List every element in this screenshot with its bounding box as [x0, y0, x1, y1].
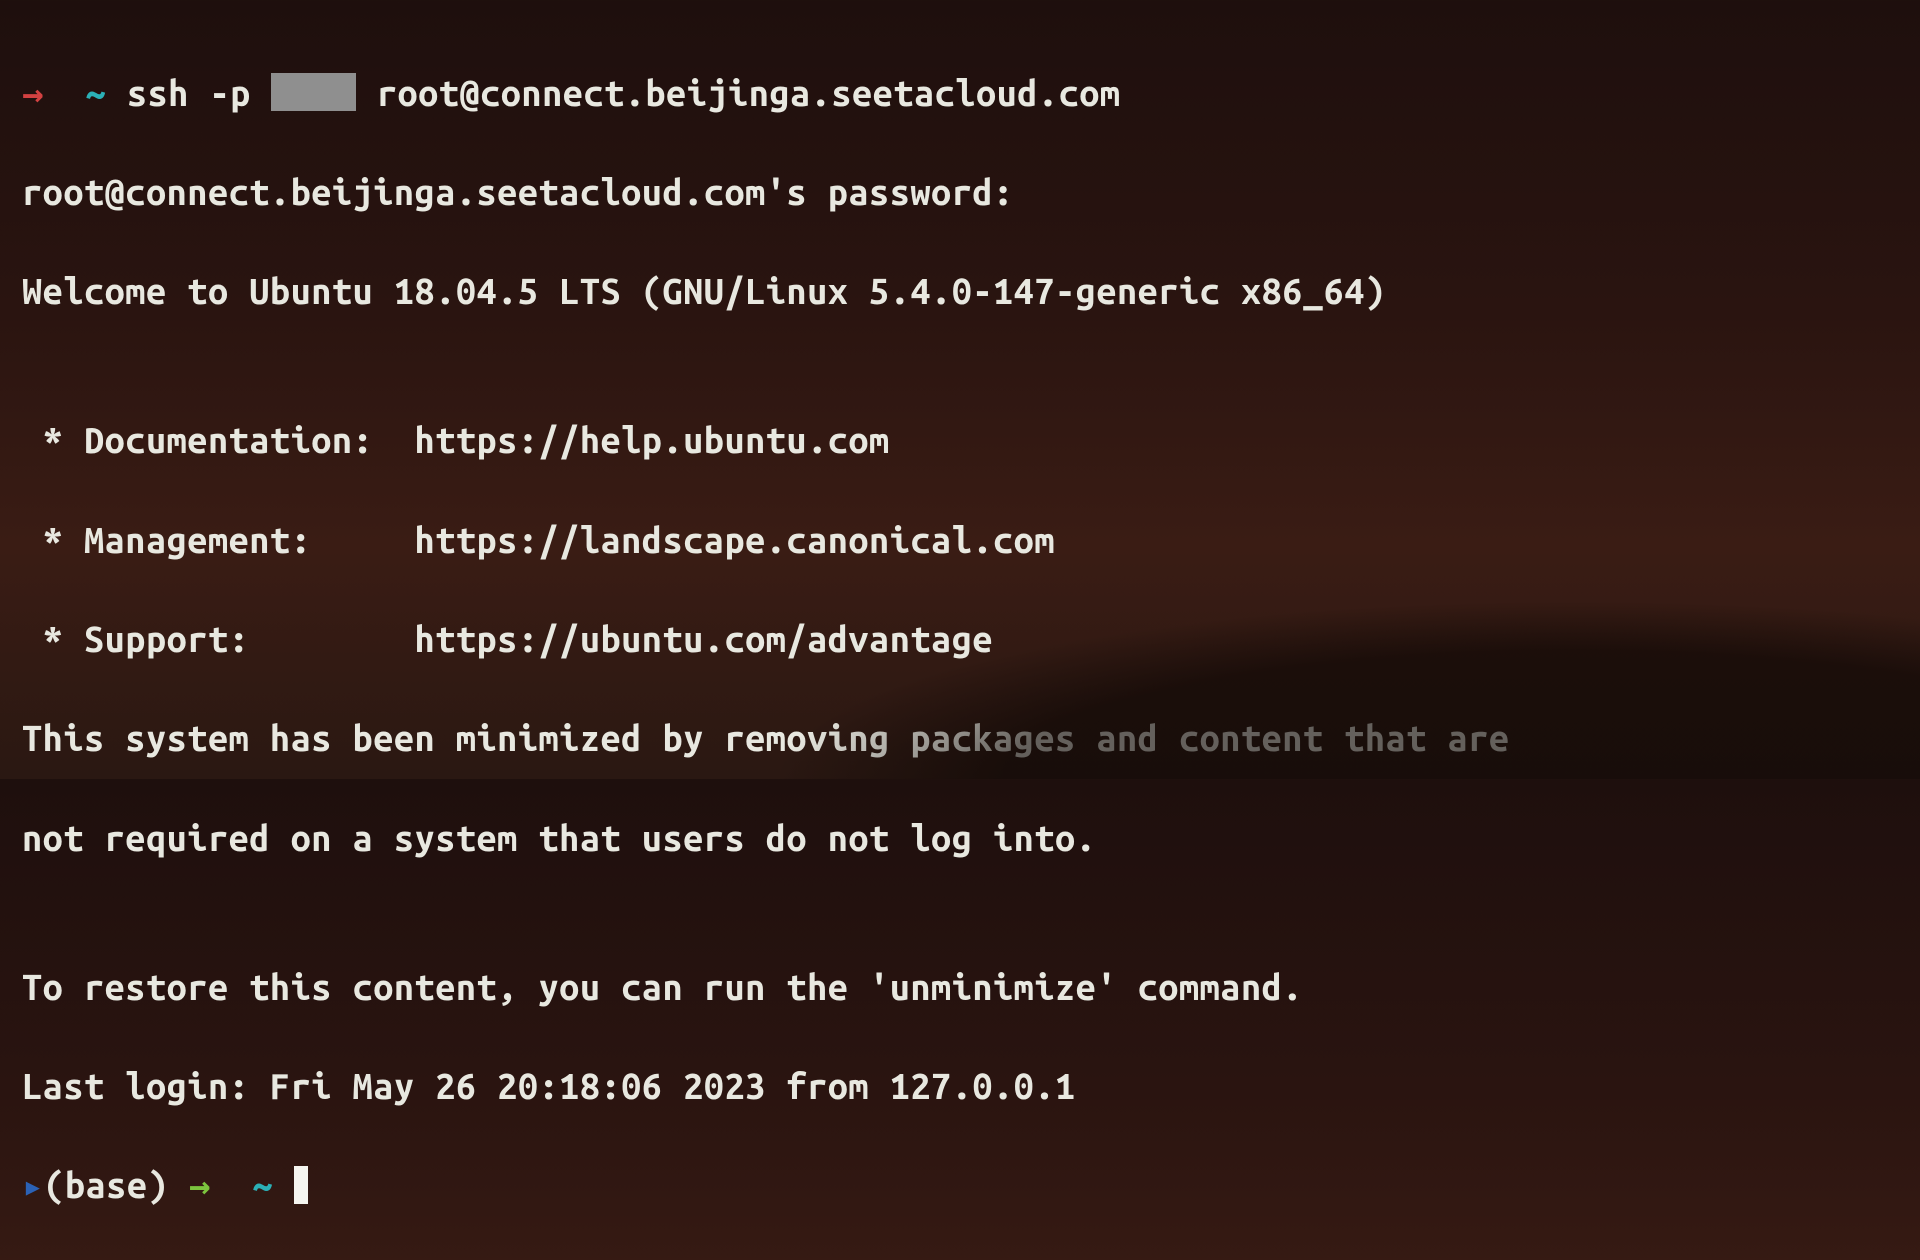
- minimized-line-1: This system has been minimized by removi…: [22, 713, 1898, 763]
- command-line-1: → ~ ssh -p root@connect.beijinga.seetacl…: [22, 68, 1898, 118]
- redacted-port: [271, 73, 356, 111]
- ssh-cmd-head: ssh -p: [127, 72, 272, 113]
- command-line-2[interactable]: ▸(base) → ~: [22, 1160, 1898, 1210]
- mgmt-line: * Management: https://landscape.canonica…: [22, 515, 1898, 565]
- cursor-icon: [294, 1166, 308, 1204]
- prompt-tilde: ~: [86, 72, 107, 113]
- prompt-triangle-icon: ▸: [22, 1164, 44, 1205]
- prompt-arrow: →: [22, 72, 44, 113]
- last-login-line: Last login: Fri May 26 20:18:06 2023 fro…: [22, 1061, 1898, 1111]
- terminal-output[interactable]: → ~ ssh -p root@connect.beijinga.seetacl…: [22, 18, 1898, 1260]
- restore-line: To restore this content, you can run the…: [22, 962, 1898, 1012]
- minimized-line-2: not required on a system that users do n…: [22, 813, 1898, 863]
- prompt-arrow-2: →: [189, 1164, 211, 1205]
- ssh-cmd-tail: root@connect.beijinga.seetacloud.com: [356, 72, 1120, 113]
- welcome-line: Welcome to Ubuntu 18.04.5 LTS (GNU/Linux…: [22, 266, 1898, 316]
- conda-env: (base): [44, 1164, 168, 1205]
- prompt-tilde-2: ~: [252, 1164, 273, 1205]
- doc-line: * Documentation: https://help.ubuntu.com: [22, 415, 1898, 465]
- password-prompt: root@connect.beijinga.seetacloud.com's p…: [22, 167, 1898, 217]
- support-line: * Support: https://ubuntu.com/advantage: [22, 614, 1898, 664]
